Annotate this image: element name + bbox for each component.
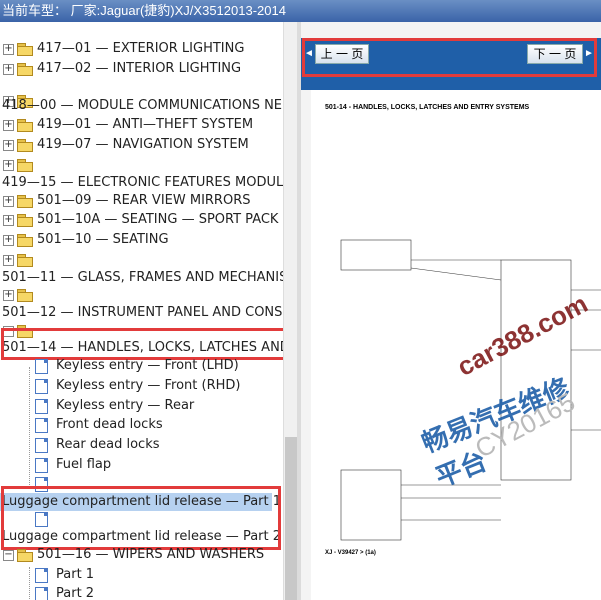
tree-item-keyless-front-lhd[interactable]: Keyless entry — Front (LHD) bbox=[0, 357, 283, 375]
tree-item-keyless-rear[interactable]: Keyless entry — Rear bbox=[0, 397, 283, 415]
tree-item-front-dead-locks[interactable]: Front dead locks bbox=[0, 416, 283, 434]
collapse-icon[interactable]: − bbox=[3, 550, 14, 561]
folder-icon bbox=[17, 234, 33, 247]
tree-item-blank[interactable]: + bbox=[0, 251, 60, 269]
folder-icon bbox=[17, 63, 33, 76]
tree-item-label: 419—07 — NAVIGATION SYSTEM bbox=[37, 137, 249, 152]
window-title: 当前车型： 厂家:Jaguar(捷豹)XJ/X3512013-2014 bbox=[0, 0, 601, 22]
tree-item-501-11[interactable]: 501—11 — GLASS, FRAMES AND MECHANIS bbox=[0, 269, 283, 287]
folder-open-icon bbox=[17, 549, 33, 562]
tree-item-501-10a[interactable]: + 501—10A — SEATING — SPORT PACK bbox=[0, 211, 283, 229]
tree-item-501-12[interactable]: 501—12 — INSTRUMENT PANEL AND CONS bbox=[0, 304, 283, 322]
highlight-box-luggage bbox=[1, 486, 281, 550]
folder-icon bbox=[17, 139, 33, 152]
tree-item-label: 501—16 — WIPERS AND WASHERS bbox=[37, 547, 265, 562]
expand-icon[interactable]: + bbox=[3, 120, 14, 131]
document-icon bbox=[35, 587, 48, 600]
document-title: 501-14 - HANDLES, LOCKS, LATCHES AND ENT… bbox=[325, 104, 530, 111]
tree-item-417-02[interactable]: + 417—02 — INTERIOR LIGHTING bbox=[0, 60, 283, 78]
folder-icon bbox=[17, 159, 33, 172]
highlight-box-501-14 bbox=[1, 328, 283, 360]
tree-item-label: 501—10 — SEATING bbox=[37, 232, 169, 247]
tree-item-418-00[interactable]: + 418—00 — MODULE COMMUNICATIONS NE bbox=[0, 79, 283, 113]
document-icon bbox=[35, 379, 48, 394]
tree-item-keyless-front-rhd[interactable]: Keyless entry — Front (RHD) bbox=[0, 377, 283, 395]
manual-page: 501-14 - HANDLES, LOCKS, LATCHES AND ENT… bbox=[311, 90, 601, 600]
folder-icon bbox=[17, 289, 33, 302]
folder-icon bbox=[17, 119, 33, 132]
tree-item-501-16[interactable]: − 501—16 — WIPERS AND WASHERS bbox=[0, 546, 283, 564]
tree-item-part-1[interactable]: Part 1 bbox=[0, 566, 283, 584]
tree-item-label: 418—00 — MODULE COMMUNICATIONS NE bbox=[2, 98, 283, 113]
document-icon bbox=[35, 399, 48, 414]
tree-item-419-07[interactable]: + 419—07 — NAVIGATION SYSTEM bbox=[0, 136, 283, 154]
document-footer: XJ - V39427 > (1a) bbox=[325, 550, 376, 556]
tree-item-label: Keyless entry — Front (LHD) bbox=[56, 358, 239, 373]
expand-icon[interactable]: + bbox=[3, 64, 14, 75]
chapter-tree: + 417—01 — EXTERIOR LIGHTING + 417—02 — … bbox=[0, 22, 283, 600]
document-viewer: ◄ 上 一 页 下 一 页 ► 501-14 - HANDLES, LOCKS,… bbox=[301, 22, 601, 600]
tree-item-label: Fuel flap bbox=[56, 457, 112, 472]
tree-item-419-15[interactable]: 419—15 — ELECTRONIC FEATURES MODULE bbox=[0, 174, 283, 192]
expand-icon[interactable]: + bbox=[3, 255, 14, 266]
folder-icon bbox=[17, 254, 33, 267]
tree-item-501-09[interactable]: + 501—09 — REAR VIEW MIRRORS bbox=[0, 192, 283, 210]
tree-item-label: 417—01 — EXTERIOR LIGHTING bbox=[37, 41, 245, 56]
expand-icon[interactable]: + bbox=[3, 196, 14, 207]
tree-item-419-01[interactable]: + 419—01 — ANTI—THEFT SYSTEM bbox=[0, 116, 283, 134]
folder-icon bbox=[17, 195, 33, 208]
tree-item-rear-dead-locks[interactable]: Rear dead locks bbox=[0, 436, 283, 454]
expand-icon[interactable]: + bbox=[3, 44, 14, 55]
tree-item-part-2[interactable]: Part 2 bbox=[0, 585, 283, 600]
tree-item-fuel-flap[interactable]: Fuel flap bbox=[0, 456, 283, 474]
expand-icon[interactable]: + bbox=[3, 140, 14, 151]
junction-box-control bbox=[340, 469, 402, 541]
expand-icon[interactable]: + bbox=[3, 160, 14, 171]
highlight-box-nav bbox=[302, 38, 597, 77]
tree-item-501-10[interactable]: + 501—10 — SEATING bbox=[0, 231, 283, 249]
scrollbar-thumb[interactable] bbox=[285, 437, 297, 600]
folder-icon bbox=[17, 43, 33, 56]
expand-icon[interactable]: + bbox=[3, 290, 14, 301]
tree-item-label: Keyless entry — Front (RHD) bbox=[56, 378, 241, 393]
tree-item-blank[interactable]: + bbox=[0, 286, 60, 304]
tree-item-label: 419—15 — ELECTRONIC FEATURES MODULE bbox=[2, 175, 283, 190]
expand-icon[interactable]: + bbox=[3, 215, 14, 226]
tree-item-label: Part 1 bbox=[56, 567, 95, 582]
tree-item-label: Front dead locks bbox=[56, 417, 163, 432]
tree-item-label: 501—09 — REAR VIEW MIRRORS bbox=[37, 193, 251, 208]
document-icon bbox=[35, 568, 48, 583]
document-icon bbox=[35, 418, 48, 433]
tree-item-label: 419—01 — ANTI—THEFT SYSTEM bbox=[37, 117, 254, 132]
tree-item-label: Rear dead locks bbox=[56, 437, 160, 452]
tree-item-417-01[interactable]: + 417—01 — EXTERIOR LIGHTING bbox=[0, 40, 283, 58]
tree-item-label: Keyless entry — Rear bbox=[56, 398, 195, 413]
document-icon bbox=[35, 458, 48, 473]
tree-scrollbar[interactable] bbox=[283, 22, 298, 600]
tree-item-label: 501—10A — SEATING — SPORT PACK bbox=[37, 212, 279, 227]
document-icon bbox=[35, 438, 48, 453]
tree-item-label: 501—12 — INSTRUMENT PANEL AND CONS bbox=[2, 305, 283, 320]
folder-icon bbox=[17, 214, 33, 227]
document-icon bbox=[35, 359, 48, 374]
tree-item-label: 501—11 — GLASS, FRAMES AND MECHANIS bbox=[2, 270, 283, 285]
tree-item-label: 417—02 — INTERIOR LIGHTING bbox=[37, 61, 242, 76]
tree-item-label: Part 2 bbox=[56, 586, 95, 600]
junction-box-rear bbox=[340, 239, 412, 271]
expand-icon[interactable]: + bbox=[3, 235, 14, 246]
tree-item-blank[interactable]: + bbox=[0, 156, 60, 174]
